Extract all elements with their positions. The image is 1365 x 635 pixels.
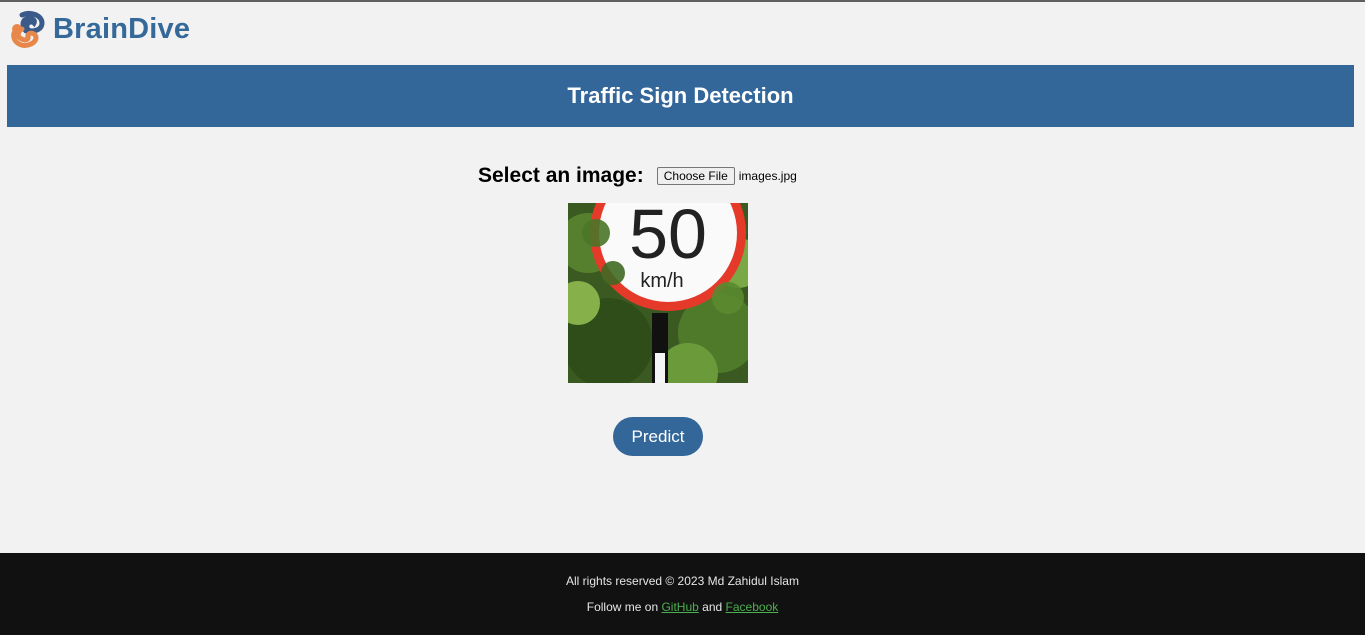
image-preview: 50 km/h [568, 203, 748, 383]
sign-speed-unit: km/h [640, 270, 683, 292]
brand-logo[interactable]: BrainDive [8, 8, 190, 50]
page-banner: Traffic Sign Detection [7, 65, 1354, 127]
and-text: and [702, 600, 723, 614]
predict-button[interactable]: Predict [613, 417, 703, 456]
image-upload-row: Select an image: Choose File images.jpg [478, 162, 797, 190]
choose-file-button[interactable]: Choose File [656, 167, 735, 185]
sign-speed-number: 50 [629, 203, 707, 273]
selected-file-name: images.jpg [738, 169, 797, 183]
brand-name: BrainDive [53, 12, 191, 45]
top-border [0, 0, 1365, 2]
footer: All rights reserved © 2023 Md Zahidul Is… [0, 553, 1365, 635]
select-image-label: Select an image: [478, 164, 644, 187]
follow-prefix: Follow me on [586, 600, 659, 614]
braindive-logo-icon [11, 10, 45, 48]
facebook-link[interactable]: Facebook [726, 600, 779, 614]
follow-line: Follow me on GitHub and Facebook [0, 600, 1365, 614]
page-title: Traffic Sign Detection [567, 83, 794, 108]
traffic-sign-preview-image: 50 km/h [568, 203, 748, 383]
github-link[interactable]: GitHub [661, 600, 698, 614]
copyright-text: All rights reserved © 2023 Md Zahidul Is… [566, 574, 799, 588]
